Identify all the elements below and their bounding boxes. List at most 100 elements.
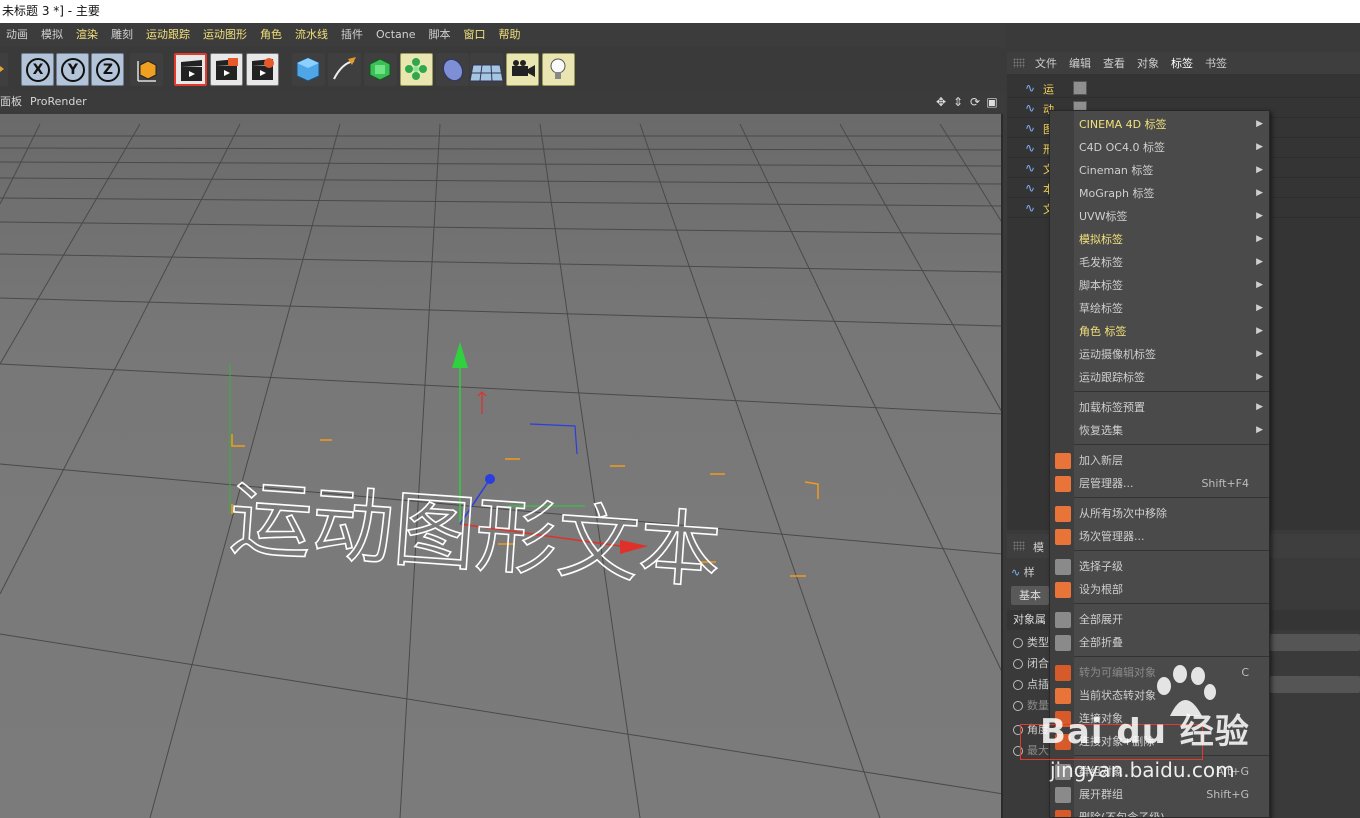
object-manager-tab[interactable]: 书签 bbox=[1199, 55, 1233, 71]
menu-item[interactable]: 流水线 bbox=[289, 23, 335, 47]
light-button[interactable] bbox=[542, 53, 575, 86]
object-manager-tab[interactable]: 标签 bbox=[1165, 55, 1199, 71]
spline-text-object[interactable]: 运动图形文本 bbox=[226, 470, 725, 601]
context-menu-item[interactable]: 从所有场次中移除 bbox=[1050, 502, 1269, 525]
context-menu-label: 场次管理器... bbox=[1079, 530, 1145, 543]
context-menu-label: 层管理器... bbox=[1079, 477, 1134, 490]
intermediate-points-dropdown[interactable] bbox=[1270, 676, 1360, 693]
attribute-tab-basic[interactable]: 基本 bbox=[1011, 586, 1049, 605]
context-menu-item[interactable]: 脚本标签 ▶ bbox=[1050, 274, 1269, 297]
render-to-picture-viewer-button[interactable] bbox=[210, 53, 243, 86]
menu-item[interactable]: 模拟 bbox=[35, 23, 70, 47]
context-menu-item[interactable]: 恢复选集 ▶ bbox=[1050, 419, 1269, 442]
maximize-view-icon[interactable]: ▣ bbox=[985, 95, 999, 109]
panel-menu[interactable]: 面板 bbox=[0, 92, 22, 112]
context-menu-item[interactable]: 运动摄像机标签 ▶ bbox=[1050, 343, 1269, 366]
panel-grip-icon[interactable] bbox=[1013, 58, 1025, 68]
context-menu-item[interactable]: 草绘标签 ▶ bbox=[1050, 297, 1269, 320]
floor-button[interactable] bbox=[469, 53, 504, 86]
render-settings-button[interactable] bbox=[246, 53, 279, 86]
context-menu-item[interactable]: 全部展开 bbox=[1050, 608, 1269, 631]
menu-item[interactable]: 帮助 bbox=[493, 23, 528, 47]
menu-item[interactable]: 雕刻 bbox=[105, 23, 140, 47]
context-menu-item[interactable]: 加入新层 bbox=[1050, 449, 1269, 472]
type-dropdown[interactable] bbox=[1270, 634, 1360, 651]
context-menu-item[interactable]: 设为根部 bbox=[1050, 578, 1269, 601]
context-menu-item[interactable]: 加载标签预置 ▶ bbox=[1050, 396, 1269, 419]
context-menu-item[interactable]: Cineman 标签 ▶ bbox=[1050, 159, 1269, 182]
submenu-arrow-icon: ▶ bbox=[1256, 280, 1263, 290]
context-menu-item[interactable]: 群组对象 Alt+G bbox=[1050, 760, 1269, 783]
object-row[interactable]: ∿ 运 bbox=[1007, 78, 1360, 98]
context-menu-item[interactable]: UVW标签 ▶ bbox=[1050, 205, 1269, 228]
render-view-button[interactable] bbox=[174, 53, 207, 86]
menu-item[interactable]: 窗口 bbox=[458, 23, 493, 47]
object-manager-menu: 文件 编辑 查看 对象 标签 书签 bbox=[1007, 52, 1360, 74]
prorender-menu[interactable]: ProRender bbox=[30, 92, 87, 112]
attribute-field-row[interactable]: 点插 bbox=[1013, 676, 1049, 692]
animate-radio-icon[interactable] bbox=[1013, 638, 1023, 648]
camera-button[interactable] bbox=[506, 53, 539, 86]
context-menu-item[interactable]: 当前状态转对象 bbox=[1050, 684, 1269, 707]
context-menu-item[interactable]: 选择子级 bbox=[1050, 555, 1269, 578]
submenu-arrow-icon: ▶ bbox=[1256, 188, 1263, 198]
context-menu-label: 删除(不包含子级) bbox=[1079, 811, 1165, 818]
rotate-view-icon[interactable]: ⟳ bbox=[968, 95, 982, 109]
menu-item[interactable]: 渲染 bbox=[70, 23, 105, 47]
3d-viewport[interactable]: 运动图形文本 bbox=[0, 114, 1003, 818]
context-menu-item[interactable]: MoGraph 标签 ▶ bbox=[1050, 182, 1269, 205]
animate-radio-icon[interactable] bbox=[1013, 701, 1023, 711]
animate-radio-icon[interactable] bbox=[1013, 659, 1023, 669]
attribute-field-row[interactable]: 数量 bbox=[1013, 697, 1049, 713]
context-menu-item[interactable]: 运动跟踪标签 ▶ bbox=[1050, 366, 1269, 389]
submenu-arrow-icon: ▶ bbox=[1256, 211, 1263, 221]
cube-button[interactable] bbox=[292, 53, 325, 86]
menu-item[interactable]: 运动图形 bbox=[197, 23, 254, 47]
context-menu-item[interactable]: 全部折叠 bbox=[1050, 631, 1269, 654]
cloner-button[interactable] bbox=[400, 53, 433, 86]
spline-icon: ∿ bbox=[1025, 201, 1036, 215]
deformer-button[interactable] bbox=[436, 53, 469, 86]
context-menu-item[interactable]: 转为可编辑对象 C bbox=[1050, 661, 1269, 684]
coordinate-system-button[interactable] bbox=[130, 53, 163, 86]
context-menu-item[interactable]: 角色 标签 ▶ bbox=[1050, 320, 1269, 343]
menu-item[interactable]: 脚本 bbox=[423, 23, 458, 47]
context-menu-item[interactable]: 模拟标签 ▶ bbox=[1050, 228, 1269, 251]
context-menu-item[interactable]: 删除(不包含子级) bbox=[1050, 806, 1269, 818]
z-axis-lock-button[interactable]: Z bbox=[91, 53, 124, 86]
dolly-view-icon[interactable]: ⇕ bbox=[951, 95, 965, 109]
attribute-field-row[interactable]: 类型 bbox=[1013, 634, 1049, 650]
subdivision-button[interactable] bbox=[364, 53, 397, 86]
spline-icon: ∿ bbox=[1025, 181, 1036, 195]
panel-grip-icon[interactable] bbox=[1013, 541, 1025, 551]
x-axis-icon: X bbox=[26, 58, 50, 82]
menu-item[interactable]: Octane bbox=[370, 23, 423, 47]
object-manager-tab[interactable]: 查看 bbox=[1097, 55, 1131, 71]
menu-item[interactable]: 角色 bbox=[254, 23, 289, 47]
context-menu-item[interactable]: CINEMA 4D 标签 ▶ bbox=[1050, 113, 1269, 136]
y-axis-lock-button[interactable]: Y bbox=[56, 53, 89, 86]
previous-tool-button[interactable] bbox=[0, 53, 8, 86]
menu-item[interactable]: 插件 bbox=[335, 23, 370, 47]
object-manager-tab[interactable]: 对象 bbox=[1131, 55, 1165, 71]
menu-item[interactable]: 动画 bbox=[0, 23, 35, 47]
context-menu-item[interactable]: 场次管理器... bbox=[1050, 525, 1269, 548]
menu-item[interactable]: 运动跟踪 bbox=[140, 23, 197, 47]
delete-icon bbox=[1055, 810, 1071, 817]
context-menu-label: 角色 标签 bbox=[1079, 325, 1127, 338]
pen-spline-button[interactable] bbox=[328, 53, 361, 86]
context-menu-item[interactable]: C4D OC4.0 标签 ▶ bbox=[1050, 136, 1269, 159]
move-view-icon[interactable]: ✥ bbox=[934, 95, 948, 109]
attribute-field-row[interactable]: 闭合 bbox=[1013, 655, 1049, 671]
object-manager-tab[interactable]: 文件 bbox=[1029, 55, 1063, 71]
take-remove-icon bbox=[1055, 506, 1071, 522]
x-axis-lock-button[interactable]: X bbox=[21, 53, 54, 86]
context-menu-item[interactable]: 层管理器... Shift+F4 bbox=[1050, 472, 1269, 495]
floor-grid-icon bbox=[469, 64, 504, 82]
animate-radio-icon[interactable] bbox=[1013, 680, 1023, 690]
object-manager-tab[interactable]: 编辑 bbox=[1063, 55, 1097, 71]
context-menu-item[interactable]: 毛发标签 ▶ bbox=[1050, 251, 1269, 274]
context-menu-item[interactable]: 展开群组 Shift+G bbox=[1050, 783, 1269, 806]
context-menu-label: 加载标签预置 bbox=[1079, 401, 1145, 414]
tag-checkbox-icon[interactable] bbox=[1073, 81, 1087, 95]
